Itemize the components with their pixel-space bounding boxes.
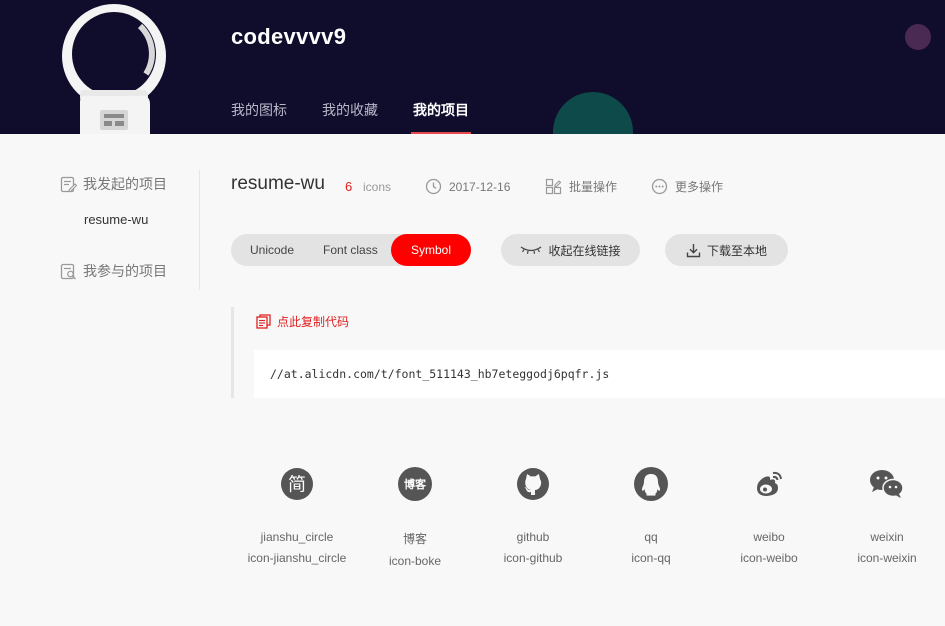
tab-unicode[interactable]: Unicode: [231, 234, 313, 266]
blog-icon: 博客: [398, 467, 432, 501]
code-format-tabs: Unicode Font class Symbol: [231, 234, 471, 266]
download-local-button[interactable]: 下载至本地: [665, 234, 788, 266]
weibo-icon: [757, 471, 782, 496]
collapse-online-link-label: 收起在线链接: [548, 243, 621, 258]
project-sidebar: 我发起的项目 resume-wu 我参与的项目: [60, 170, 200, 290]
more-dots-icon: [651, 178, 668, 195]
icon-name: qq: [644, 530, 658, 544]
avatar[interactable]: [60, 4, 168, 134]
icon-class: icon-qq: [631, 551, 671, 565]
icon-name: 博客: [402, 532, 427, 546]
icon-count: 6: [345, 179, 353, 194]
icon-card-weixin[interactable]: weixin icon-weixin: [828, 458, 945, 565]
search-list-icon: [60, 263, 76, 279]
wechat-icon: [870, 470, 904, 498]
astronaut-avatar-icon: [62, 4, 166, 134]
icon-card-github[interactable]: github icon-github: [474, 458, 592, 565]
top-header: codevvvv9 我的图标 我的收藏 我的项目: [0, 0, 945, 134]
project-title: resume-wu: [231, 173, 325, 194]
download-icon: [686, 243, 701, 257]
icon-name: jianshu_circle: [260, 530, 334, 544]
icon-card-qq[interactable]: qq icon-qq: [592, 458, 710, 565]
username: codevvvv9: [231, 24, 347, 49]
icon-card-boke[interactable]: 博客 博客 icon-boke: [356, 458, 474, 568]
qq-icon: [634, 467, 668, 501]
icon-class: icon-weibo: [740, 551, 798, 565]
copy-code-button[interactable]: 点此复制代码: [256, 313, 349, 330]
edit-list-icon: [60, 176, 77, 192]
icon-count-unit: icons: [363, 180, 392, 194]
icon-name: github: [516, 530, 550, 544]
icon-name: weibo: [753, 530, 785, 544]
project-date: 2017-12-16: [425, 178, 510, 195]
profile-nav: 我的图标 我的收藏 我的项目: [231, 100, 504, 134]
project-date-text: 2017-12-16: [449, 179, 511, 194]
icon-class: icon-github: [503, 551, 563, 565]
tab-font-class[interactable]: Font class: [313, 234, 388, 266]
svg-text:博客: 博客: [404, 477, 427, 491]
icon-card-weibo[interactable]: weibo icon-weibo: [710, 458, 828, 565]
decorative-planet-small: [905, 24, 931, 50]
batch-operations-label: 批量操作: [569, 180, 618, 194]
code-url-box[interactable]: //at.alicdn.com/t/font_511143_hb7eteggod…: [254, 350, 945, 398]
copy-code-label: 点此复制代码: [277, 315, 350, 329]
icon-class: icon-boke: [388, 554, 442, 568]
tab-my-projects[interactable]: 我的项目: [411, 100, 471, 134]
icon-name: weixin: [870, 530, 904, 544]
sidebar-joined-projects[interactable]: 我参与的项目: [60, 257, 199, 285]
jianshu-icon: 简: [281, 468, 313, 500]
icon-grid: 简 jianshu_circle icon-jianshu_circle 博客 …: [238, 458, 945, 578]
clock-icon: [425, 178, 442, 195]
tab-symbol[interactable]: Symbol: [390, 234, 471, 266]
svg-text:简: 简: [288, 475, 306, 496]
closed-eye-icon: [521, 246, 542, 254]
icon-class: icon-weixin: [857, 551, 917, 565]
icon-class: icon-jianshu_circle: [247, 551, 347, 565]
download-local-label: 下载至本地: [706, 243, 767, 258]
decorative-planet-large: [553, 92, 633, 134]
collapse-online-link-button[interactable]: 收起在线链接: [501, 234, 640, 266]
batch-operations-button[interactable]: 批量操作: [545, 178, 617, 195]
github-icon: [517, 468, 549, 500]
tab-my-favorites[interactable]: 我的收藏: [322, 100, 378, 134]
tab-my-icons[interactable]: 我的图标: [231, 100, 287, 134]
grid-edit-icon: [545, 178, 562, 195]
sidebar-item-resume-wu[interactable]: resume-wu: [60, 212, 199, 227]
sidebar-joined-label: 我参与的项目: [83, 263, 167, 279]
icon-card-jianshu[interactable]: 简 jianshu_circle icon-jianshu_circle: [238, 458, 356, 565]
sidebar-initiated-projects[interactable]: 我发起的项目: [60, 170, 199, 198]
online-link-panel: 点此复制代码 //at.alicdn.com/t/font_511143_hb7…: [231, 307, 945, 398]
more-operations-button[interactable]: 更多操作: [651, 178, 723, 195]
sidebar-initiated-label: 我发起的项目: [83, 176, 167, 192]
more-operations-label: 更多操作: [675, 180, 724, 194]
copy-doc-icon: [256, 314, 271, 329]
